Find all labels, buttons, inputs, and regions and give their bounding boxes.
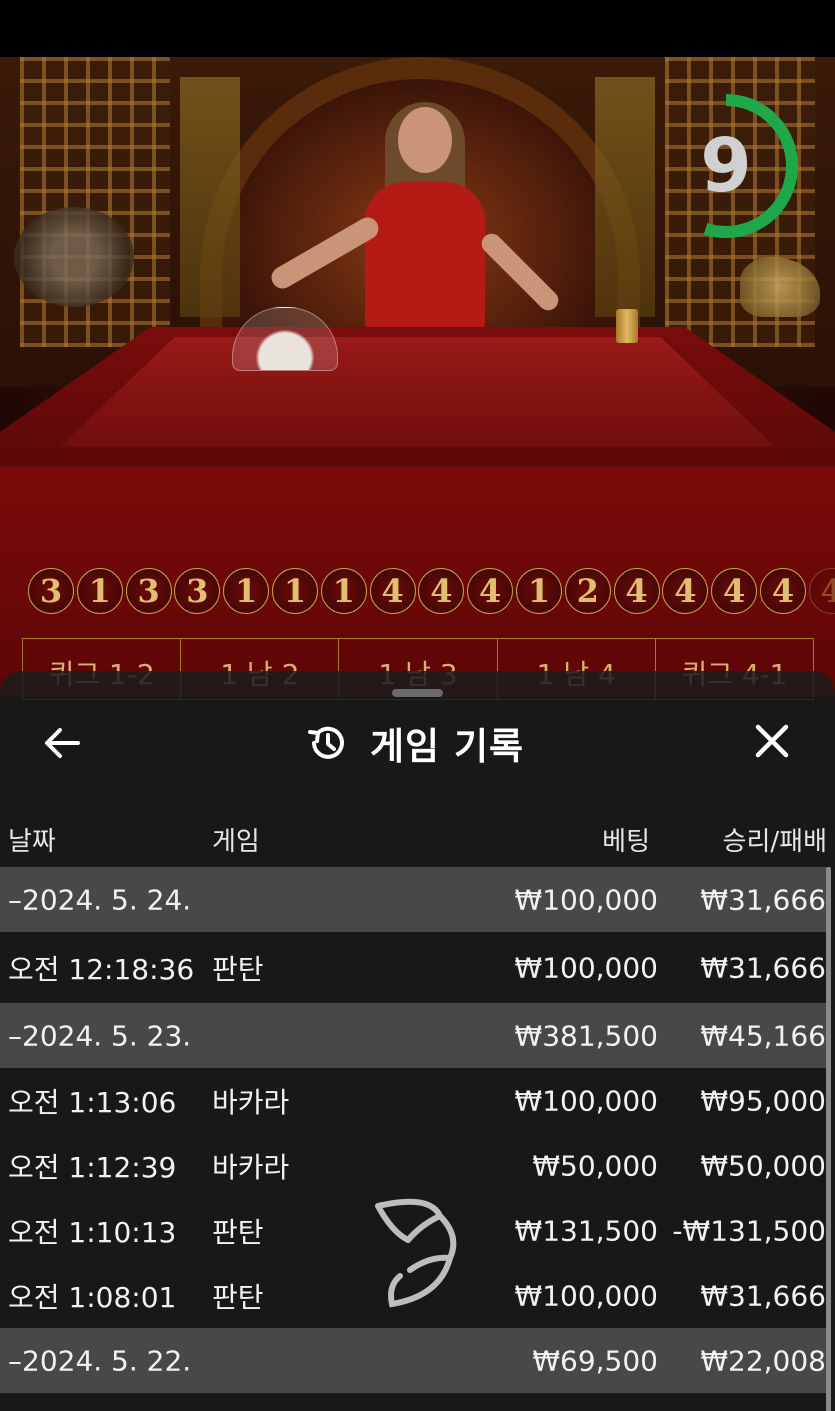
result-ball: 1: [223, 568, 270, 614]
decor-plant: [14, 207, 134, 307]
row-bet: ₩100,000: [514, 1279, 658, 1312]
row-winloss: ₩31,666: [700, 883, 826, 916]
result-ball: 4: [369, 568, 416, 614]
row-winloss: -₩131,500: [672, 1214, 826, 1247]
row-game: 판탄: [212, 952, 264, 986]
row-game: 판탄: [212, 1280, 264, 1314]
close-icon[interactable]: [752, 721, 792, 761]
row-time: 오전 1:12:39: [8, 1150, 177, 1184]
column-bet: 베팅: [602, 827, 650, 857]
row-time: 오전 12:18:36: [8, 952, 195, 986]
result-ball: 1: [76, 568, 123, 614]
results-history-row: 31331114441244444: [28, 562, 835, 618]
loading-spinner-icon: [375, 1198, 457, 1308]
date-group-row[interactable]: –2024. 5. 23. ₩381,500 ₩45,166: [0, 1003, 828, 1068]
result-ball: 4: [613, 568, 660, 614]
date-label: –2024. 5. 23.: [8, 1019, 192, 1052]
result-ball: 4: [467, 568, 514, 614]
result-ball: 3: [125, 568, 172, 614]
row-game: 판탄: [212, 1215, 264, 1249]
result-ball: 1: [320, 568, 367, 614]
sheet-drag-handle[interactable]: [392, 689, 443, 697]
row-time: 오전 1:08:01: [8, 1280, 177, 1314]
row-winloss: ₩31,666: [700, 1279, 826, 1312]
result-ball: 2: [564, 568, 611, 614]
result-ball: 4: [808, 568, 835, 614]
column-game: 게임: [212, 827, 260, 857]
row-winloss: ₩50,000: [700, 1149, 826, 1182]
column-date: 날짜: [8, 827, 56, 857]
row-bet: ₩100,000: [514, 883, 658, 916]
table-header: 날짜 게임 베팅 승리/패배: [0, 809, 835, 867]
status-bar: [0, 0, 835, 57]
history-row[interactable]: 오전 12:18:36 판탄 ₩100,000 ₩31,666: [0, 932, 828, 1003]
result-ball: 1: [271, 568, 318, 614]
result-ball: 4: [759, 568, 806, 614]
arrow-left-icon[interactable]: [42, 723, 82, 763]
row-time: 오전 1:10:13: [8, 1215, 177, 1249]
row-game: 바카라: [212, 1150, 290, 1184]
row-bet: ₩69,500: [532, 1344, 658, 1377]
column-winloss: 승리/패배: [722, 827, 827, 857]
row-bet: ₩50,000: [532, 1149, 658, 1182]
row-winloss: ₩22,008: [700, 1344, 826, 1377]
result-ball: 1: [515, 568, 562, 614]
dealer: [365, 182, 485, 332]
history-row[interactable]: 오전 1:12:39 바카라 ₩50,000 ₩50,000: [0, 1133, 828, 1198]
date-group-row[interactable]: –2024. 5. 24. ₩100,000 ₩31,666: [0, 867, 828, 932]
result-ball: 3: [28, 568, 74, 614]
result-ball: 4: [711, 568, 758, 614]
row-winloss: ₩31,666: [700, 951, 826, 984]
row-winloss: ₩95,000: [700, 1084, 826, 1117]
row-bet: ₩131,500: [514, 1214, 658, 1247]
game-history-sheet: 게임 기록 날짜 게임 베팅 승리/패배 –2024. 5. 24. ₩100,0…: [0, 671, 835, 1411]
date-label: –2024. 5. 22.: [8, 1344, 192, 1377]
history-row[interactable]: 오전 1:13:06 바카라 ₩100,000 ₩95,000: [0, 1068, 828, 1133]
countdown-timer-value: 9: [700, 123, 752, 209]
sheet-header: 게임 기록: [306, 715, 524, 771]
row-bet: ₩100,000: [514, 1084, 658, 1117]
result-ball: 4: [418, 568, 465, 614]
history-clock-icon: [308, 726, 344, 759]
scrollbar[interactable]: [826, 867, 831, 1411]
result-ball: 3: [174, 568, 221, 614]
row-bet: ₩100,000: [514, 951, 658, 984]
gold-cup: [616, 309, 638, 343]
row-game: 바카라: [212, 1085, 290, 1119]
row-winloss: ₩45,166: [700, 1019, 826, 1052]
result-ball: 4: [662, 568, 709, 614]
date-group-row[interactable]: –2024. 5. 22. ₩69,500 ₩22,008: [0, 1328, 828, 1393]
sheet-title: 게임 기록: [370, 725, 525, 768]
date-label: –2024. 5. 24.: [8, 883, 192, 916]
row-bet: ₩381,500: [514, 1019, 658, 1052]
row-time: 오전 1:13:06: [8, 1085, 177, 1119]
